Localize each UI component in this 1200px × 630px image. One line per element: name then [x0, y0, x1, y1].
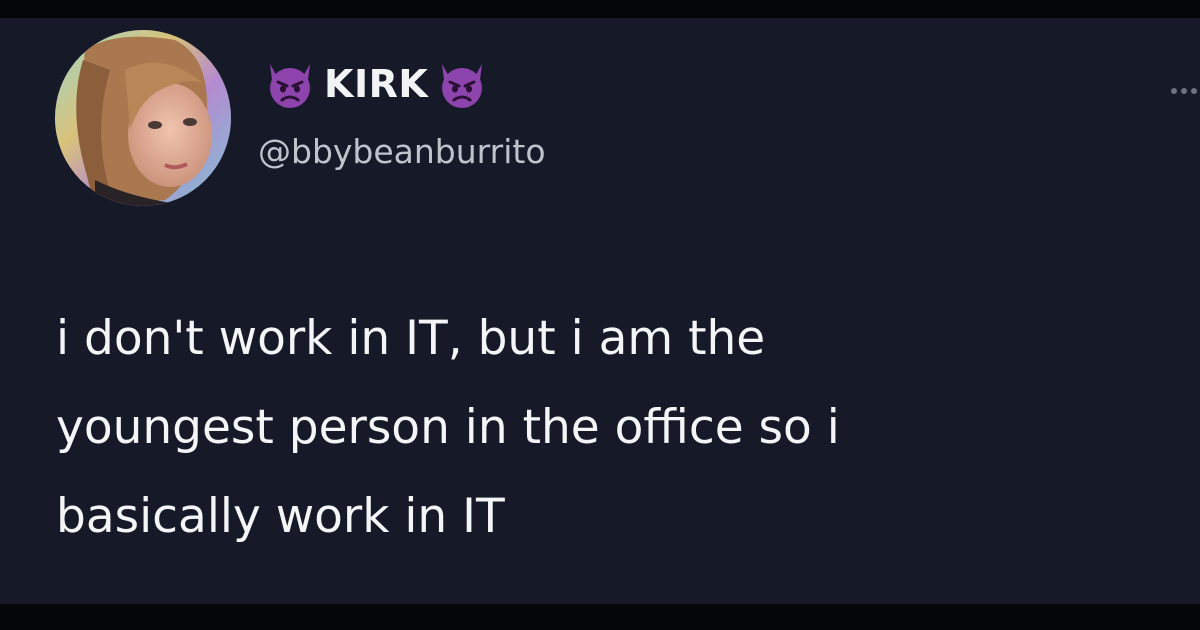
angry-devil-icon	[442, 64, 483, 108]
author-handle[interactable]: @bbybeanburrito	[258, 130, 546, 174]
angry-devil-icon	[270, 64, 310, 108]
author-name-row[interactable]: KIRK	[262, 56, 490, 112]
profile-photo-icon	[55, 30, 231, 206]
tweet-text: i don't work in IT, but i am the younges…	[56, 311, 840, 544]
tweet-card: KIRK @bbybeanburrito i don't work in IT,…	[0, 18, 1200, 604]
avatar[interactable]	[55, 30, 231, 206]
more-options-icon[interactable]	[1168, 84, 1200, 98]
display-name[interactable]: KIRK	[324, 56, 428, 112]
